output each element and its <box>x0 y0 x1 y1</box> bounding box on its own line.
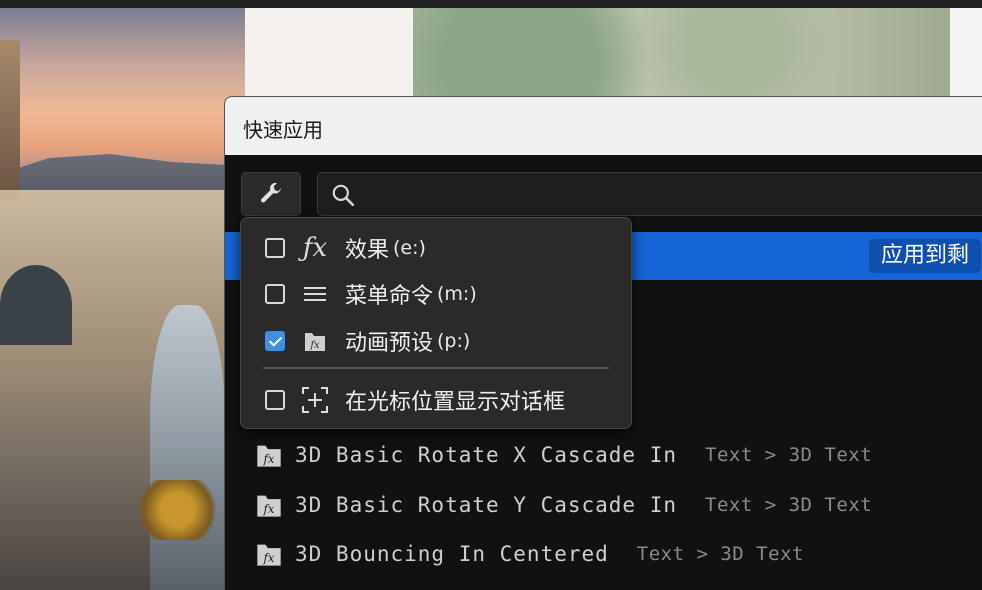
search-input[interactable] <box>368 179 968 209</box>
apply-button[interactable]: 应用到剩 <box>869 239 982 273</box>
show-dialog-at-cursor-label: 在光标位置显示对话框 <box>345 390 566 415</box>
menu-commands-checkbox[interactable] <box>265 284 285 304</box>
result-name: 3D Bouncing In Centered <box>295 542 609 566</box>
fx-icon: ƒx <box>302 233 328 263</box>
result-row[interactable]: fx 3D Basic Rotate X Cascade In Text > 3D … <box>225 431 982 479</box>
animation-preset-icon: fx <box>257 495 281 517</box>
effects-shortcut: (e:) <box>393 237 426 259</box>
result-category-path: Text > 3D Text <box>636 543 804 565</box>
result-category-path: Text > 3D Text <box>705 494 873 516</box>
city-photo-tower <box>0 40 20 200</box>
search-field[interactable] <box>317 172 982 216</box>
result-name: 3D Basic Rotate X Cascade In <box>295 443 678 467</box>
svg-text:fx: fx <box>263 551 275 565</box>
menu-item-menu-commands[interactable]: 菜单命令 (m:) <box>241 274 631 314</box>
filter-settings-button[interactable] <box>241 172 301 216</box>
svg-text:fx: fx <box>263 452 275 466</box>
menu-item-effects[interactable]: ƒx 效果 (e:) <box>241 228 631 268</box>
animation-presets-shortcut: (p:) <box>437 330 471 352</box>
city-photo-rotunda <box>150 305 225 590</box>
menu-item-show-dialog-at-cursor[interactable]: 在光标位置显示对话框 <box>241 380 631 420</box>
result-row[interactable]: fx 3D Basic Rotate Y Cascade In Text > 3D … <box>225 481 982 529</box>
window-titlebar[interactable]: 快速应用 <box>225 97 982 155</box>
top-edge <box>0 0 982 8</box>
result-category-path: Text > 3D Text <box>705 444 873 466</box>
cursor-position-icon <box>301 386 329 414</box>
background-panel <box>245 8 413 100</box>
animation-preset-icon: fx <box>257 544 281 566</box>
effects-checkbox[interactable] <box>265 238 285 258</box>
city-photo-dome <box>0 265 72 345</box>
menu-item-animation-presets[interactable]: fx 动画预设 (p:) <box>241 321 631 361</box>
animation-presets-checkbox[interactable] <box>265 331 285 351</box>
search-icon <box>332 184 355 207</box>
filter-dropdown-menu: ƒx 效果 (e:) 菜单命令 (m:) fx 动画预设 (p:) 在光标位置显… <box>240 217 632 429</box>
result-name: 3D Basic Rotate Y Cascade In <box>295 493 678 517</box>
background-panel-right <box>950 8 982 100</box>
svg-text:fx: fx <box>309 340 320 351</box>
wrench-icon <box>261 182 281 203</box>
menu-commands-label: 菜单命令 <box>345 284 434 309</box>
menu-separator <box>263 367 609 369</box>
animation-preset-icon: fx <box>257 445 281 467</box>
effects-label: 效果 <box>345 238 390 263</box>
result-row[interactable]: fx 3D Bouncing In Centered Text > 3D Text <box>225 530 982 578</box>
city-photo-statue <box>130 480 225 540</box>
animation-preset-icon: fx <box>301 327 329 355</box>
menu-commands-shortcut: (m:) <box>437 283 477 305</box>
animation-presets-label: 动画预设 <box>345 331 434 356</box>
background-trees-photo <box>413 8 950 100</box>
window-title: 快速应用 <box>243 118 323 142</box>
show-dialog-at-cursor-checkbox[interactable] <box>265 390 285 410</box>
menu-lines-icon <box>301 280 329 308</box>
svg-text:fx: fx <box>263 502 275 516</box>
